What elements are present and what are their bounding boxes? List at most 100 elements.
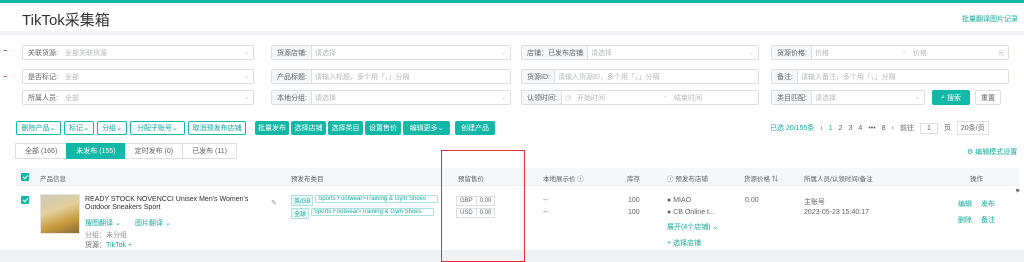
side-marker [4,50,7,51]
owner-filter-value: 全部 [64,94,79,102]
edit-mode-settings-link[interactable]: ⚙ 编辑模式设置 [967,147,1017,157]
image-translate-link[interactable]: 图片翻译 ⌄ [135,218,171,228]
source-filter-value: 全部关联货源 [64,49,107,57]
edit-pencil-icon[interactable]: ✎ [271,199,277,207]
goto-label: 前往 [899,125,914,132]
cancel-prepublish-button[interactable]: 取消预发布店铺 [188,121,246,135]
gear-icon: ⚙ [967,149,976,156]
note-input[interactable]: 请输入备注，多个用「，」分隔 [798,72,1008,82]
select-category-button[interactable]: 选择类目 [328,121,363,135]
chevron-down-icon: ⌄ [748,50,754,56]
edit-more-button[interactable]: 编辑更多 ⌄ [403,121,450,135]
category-match-label: 类目匹配: [772,91,812,104]
image-search-translate-link[interactable]: 搜图翻译 ⌄ [85,218,121,228]
category-path[interactable]: Sports Footwear>Training & Gym Shoes [310,208,434,216]
page-ellipsis[interactable]: ••• [868,125,875,132]
page-3[interactable]: 3 [849,125,853,132]
source-filter-label: 关联货源: [28,49,58,57]
region-row-gb: 英/GB Sports Footwear>Training & Gym Shoe… [291,195,439,206]
selected-count: 已选 20/155条 [770,125,815,132]
claim-time-filter[interactable]: 认领时间: ◷ 开始时间 - 结束时间 [521,90,759,105]
delete-product-button[interactable]: 删除产品 ⌄ [16,121,61,135]
publish-link[interactable]: 发布 [981,199,995,209]
search-button[interactable]: ⌕ 搜索 [932,90,970,105]
price-min-input[interactable]: 价格 [812,48,900,58]
region-tag: 英/GB [291,195,314,206]
assign-subaccount-button[interactable]: 分配子账号 ⌄ [130,121,185,135]
note-filter[interactable]: 备注: 请输入备注，多个用「，」分隔 [771,69,1009,84]
chevron-down-icon: ⌄ [83,125,89,132]
group-info: 分组：未分组 [85,232,127,239]
col-owner: 所属人员/认领时间/备注 [804,176,873,183]
price-max-input[interactable]: 价格 [910,48,998,58]
plus-icon[interactable]: + [126,242,132,249]
category-path[interactable]: Sports Footwear>Training & Gym Shoes [315,195,439,203]
prev-page-icon[interactable]: ‹ [820,125,822,132]
page-size-select[interactable]: 20条/页 [956,121,989,135]
page-8[interactable]: 8 [882,125,886,132]
select-store-button[interactable]: 选择店铺 [291,121,326,135]
search-button-label: 搜索 [946,94,961,102]
edit-mode-label: 编辑模式设置 [975,149,1018,156]
page-4[interactable]: 4 [858,125,862,132]
delete-product-label: 删除产品 [21,125,50,132]
source-filter[interactable]: 关联货源: 全部关联货源 ⌄ [22,45,254,60]
next-page-icon[interactable]: › [892,125,894,132]
tab-all[interactable]: 全部 (166) [15,143,68,159]
create-product-button[interactable]: 创建产品 [455,121,495,135]
search-icon: ⌕ [941,93,945,101]
product-title[interactable]: READY STOCK NOVENCCI Unisex Men's Women'… [85,196,248,211]
set-price-button[interactable]: 设置售价 [365,121,401,135]
status-tabs: 全部 (166) 未发布 (155) 定时发布 (0) 已发布 (11) [15,143,237,159]
sort-icon[interactable]: ⇅ [770,176,779,183]
owner-name: 主账号 [804,199,825,206]
chevron-down-icon: ⌄ [437,125,444,132]
price-range-filter[interactable]: 货源价格: 价格 - 价格 元 [771,45,1009,60]
page-title: TikTok采集箱 [22,12,110,29]
goods-id-input[interactable]: 请输入货源ID，多个用「，」分隔 [555,72,758,82]
expand-stores-link[interactable]: 展开(4个店铺) ⌄ [667,222,718,232]
page-2[interactable]: 2 [839,125,843,132]
goods-id-filter[interactable]: 货源ID: 请输入货源ID，多个用「，」分隔 [521,69,759,84]
start-time-input[interactable]: 开始时间 [574,93,661,103]
page-unit: 页 [943,125,951,132]
category-match-filter[interactable]: 类目匹配: 请选择 ⌄ [771,90,925,105]
product-title-filter[interactable]: 产品标题: 请输入标题，多个用「，」分隔 [271,69,511,84]
batch-translate-record-link[interactable]: 批量翻译图片记录 [962,14,1018,24]
tab-published[interactable]: 已发布 (11) [182,143,237,159]
page-jump-input[interactable]: 1 [919,122,938,134]
product-thumbnail[interactable] [40,194,80,234]
claim-time: 2023-05-23 15:40:17 [804,209,869,216]
chevron-down-icon: ⌄ [243,95,249,101]
group-button[interactable]: 分组 ⌄ [97,121,127,135]
store-filter[interactable]: 店铺：已发布店铺 请选择 ⌄ [521,45,759,60]
row-checkbox[interactable] [21,196,29,204]
note-filter-label: 备注: [772,70,798,83]
end-time-input[interactable]: 结束时间 [671,93,758,103]
col-product-info: 产品信息 [40,176,66,183]
tab-unpublished[interactable]: 未发布 (155) [66,143,126,159]
select-all-checkbox[interactable] [21,173,29,181]
choose-store-link[interactable]: + 选择店铺 [667,238,701,248]
product-title-line2: Outdoor Sneakers Sport [85,204,161,211]
note-link[interactable]: 备注 [981,215,995,225]
tab-scheduled[interactable]: 定时发布 (0) [124,143,184,159]
local-category-filter[interactable]: 本地分组: 请选择 ⌄ [271,90,511,105]
col-actions: 操作 [970,176,983,183]
tag-filter[interactable]: 是否标记: 全部 ⌄ [22,69,254,84]
reset-button[interactable]: 重置 [975,90,1001,105]
edit-link[interactable]: 编辑 [958,199,972,209]
source-value[interactable]: TikTok [106,242,126,249]
chevron-down-icon: ⌄ [500,95,506,101]
product-title-input[interactable]: 请输入标题，多个用「，」分隔 [312,72,510,82]
product-title-line1: READY STOCK NOVENCCI Unisex Men's Women'… [85,196,249,203]
group-label: 分组 [102,125,117,132]
mark-button[interactable]: 标记 ⌄ [64,121,94,135]
batch-publish-button[interactable]: 批量发布 [255,121,289,135]
assign-label: 分配子账号 [137,125,173,132]
delete-link[interactable]: 删除 [958,215,972,225]
owner-filter[interactable]: 所属人员: 全部 ⌄ [22,90,254,105]
warehouse-filter[interactable]: 货源店铺: 请选择 ⌄ [271,45,511,60]
page-1[interactable]: 1 [829,125,833,132]
price-filter-label: 货源价格: [772,46,812,59]
